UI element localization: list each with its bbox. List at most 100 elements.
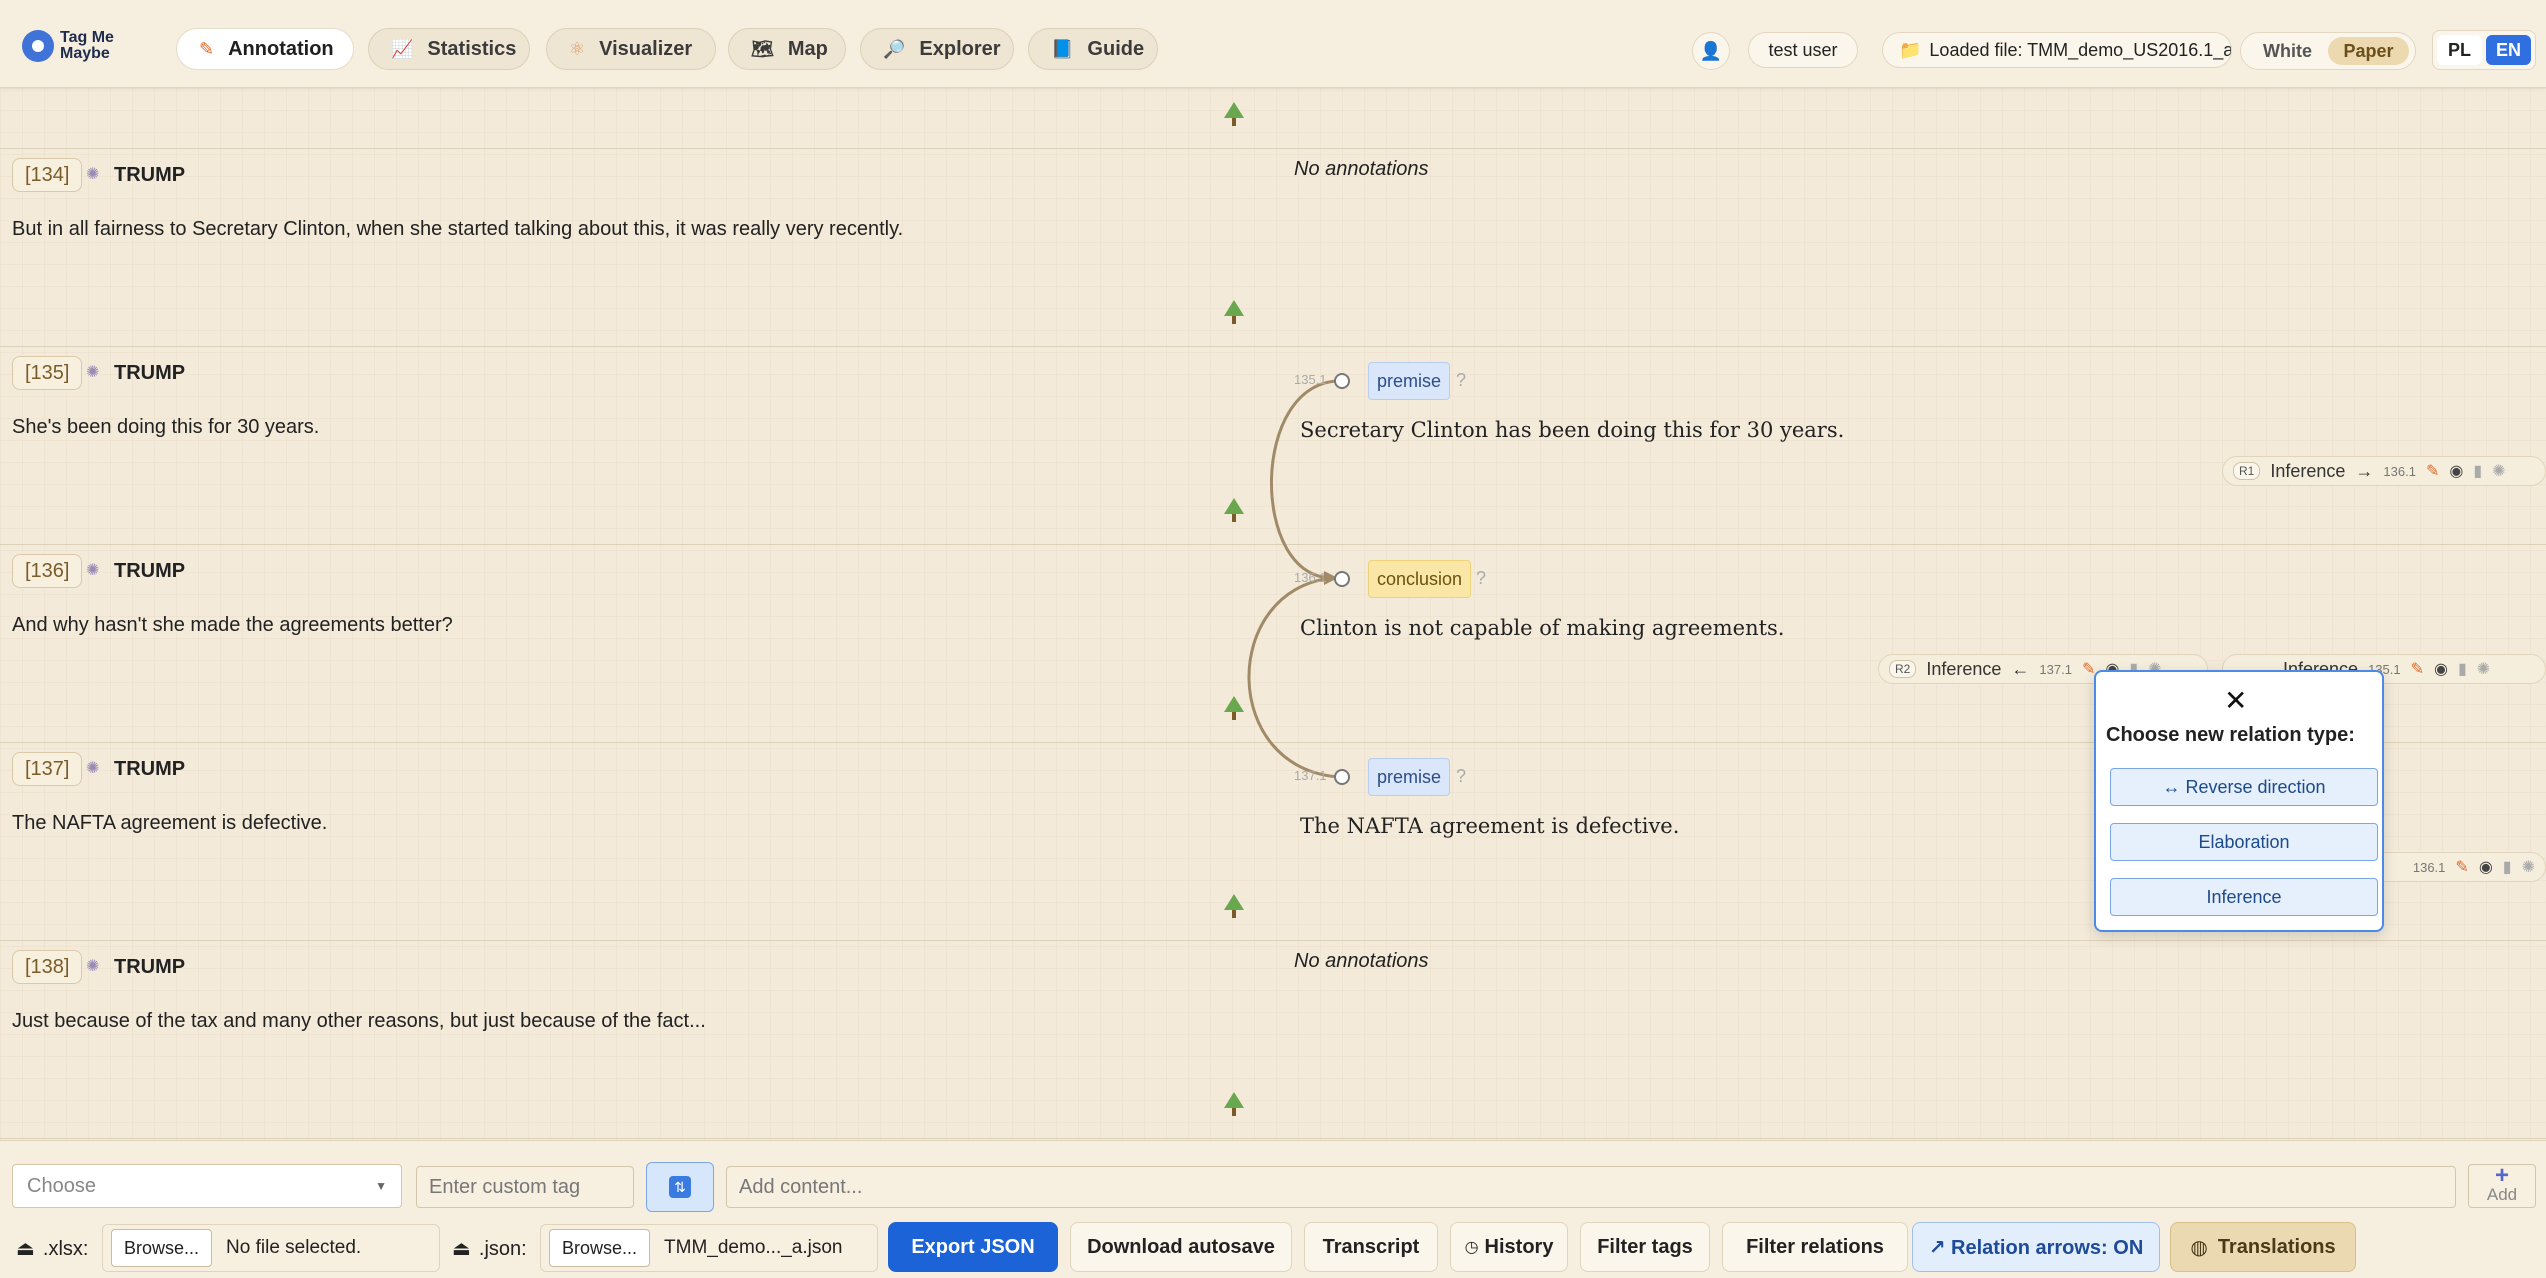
node-tag[interactable]: conclusion [1368,560,1472,598]
help-icon[interactable]: ? [1456,370,1466,391]
export-json-button[interactable]: Export JSON [888,1222,1058,1272]
tag-select[interactable]: Choose ▼ [12,1164,402,1208]
tab-label: Map [787,37,828,60]
gear-icon[interactable]: ✺ [2522,857,2535,877]
node-connector[interactable] [1334,571,1350,587]
utterance-number[interactable]: [135] [12,356,83,390]
relation-pill[interactable]: R1 Inference → 136.1 ✎ ◉ ▮ ✺ [2222,456,2546,486]
loaded-file-label: Loaded file: TMM_demo_US2016.1_a.jsc [1929,39,2232,60]
translations-button[interactable]: ◍ Translations [2170,1222,2356,1272]
user-avatar-icon[interactable]: 👤 [1692,32,1730,70]
close-icon[interactable]: ✕ [2224,684,2247,717]
relation-id: R1 [2233,462,2261,480]
tree-icon[interactable] [1224,1092,1244,1116]
reverse-direction-button[interactable]: ↔ Reverse direction [2110,768,2378,806]
download-autosave-button[interactable]: Download autosave [1070,1222,1292,1272]
eye-icon[interactable]: ◉ [2449,461,2463,481]
gear-icon[interactable]: ✺ [2477,659,2490,679]
node-connector[interactable] [1334,769,1350,785]
relation-arrow-r1[interactable] [1270,379,1341,580]
row-divider [0,148,2546,149]
map-icon: 🗺 [751,38,774,59]
node-connector[interactable] [1334,373,1350,389]
tree-icon[interactable] [1224,894,1244,918]
edit-icon[interactable]: ✎ [2411,659,2424,679]
folder-icon: 📁 [1899,39,1922,60]
add-button[interactable]: + Add [2468,1164,2536,1208]
tab-annotation[interactable]: ✎ Annotation [176,28,354,70]
tab-statistics[interactable]: 📈 Statistics [368,28,530,70]
tree-icon[interactable] [1224,102,1244,126]
utterance-number[interactable]: [137] [12,752,83,786]
trash-icon[interactable]: ▮ [2458,659,2467,679]
json-file-name: TMM_demo..._a.json [664,1237,843,1258]
filter-tags-button[interactable]: Filter tags [1580,1222,1710,1272]
apply-tag-button[interactable]: ⇅ [646,1162,714,1212]
tab-guide[interactable]: 📘 Guide [1028,28,1158,70]
custom-tag-input[interactable]: Enter custom tag [416,1166,634,1208]
utterance-text: The NAFTA agreement is defective. [12,812,328,834]
transcript-button[interactable]: Transcript [1304,1222,1438,1272]
speaker-name: TRUMP [114,758,186,780]
relation-arrow-r2[interactable] [1247,576,1341,779]
relation-arrow: ← [2011,658,2030,679]
top-bar: Tag Me Maybe ✎ Annotation 📈 Statistics ⚛… [0,0,2546,88]
utterance-number[interactable]: [136] [12,554,83,588]
utterance-text: But in all fairness to Secretary Clinton… [12,218,904,240]
gear-icon[interactable]: ✺ [2492,461,2505,481]
elaboration-button[interactable]: Elaboration [2110,823,2378,861]
node-tag[interactable]: premise [1368,362,1451,400]
theme-switcher: White Paper [2240,32,2416,70]
history-button[interactable]: ◷ History [1450,1222,1568,1272]
relation-arrows-toggle[interactable]: ↗ Relation arrows: ON [1912,1222,2160,1272]
tab-visualizer[interactable]: ⚛ Visualizer [546,28,716,70]
edit-icon[interactable]: ✎ [2455,857,2468,877]
help-icon[interactable]: ? [1476,568,1486,589]
user-name[interactable]: test user [1748,32,1858,68]
pencil-icon: ✎ [199,38,215,59]
eye-icon[interactable]: ◉ [2434,659,2448,679]
settings-icon[interactable]: ✺ [86,956,99,976]
node-id: 137.1 [1294,768,1327,783]
row-divider [0,1138,2546,1139]
node-claim[interactable]: Clinton is not capable of making agreeme… [1300,616,1785,640]
filter-relations-button[interactable]: Filter relations [1722,1222,1908,1272]
trash-icon[interactable]: ▮ [2473,461,2482,481]
settings-icon[interactable]: ✺ [86,758,99,778]
theme-white-button[interactable]: White [2247,37,2328,65]
utterance-text: She's been doing this for 30 years. [12,416,320,438]
relation-arrow: → [2355,460,2374,481]
json-browse-button[interactable]: Browse... [549,1229,651,1267]
settings-icon[interactable]: ✺ [86,560,99,580]
utterance-number[interactable]: [134] [12,158,83,192]
row-divider [0,940,2546,941]
settings-icon[interactable]: ✺ [86,164,99,184]
trash-icon[interactable]: ▮ [2503,857,2512,877]
utterance-number[interactable]: [138] [12,950,83,984]
logo-line-1: Tag Me [60,29,114,46]
xlsx-file-picker: Browse... No file selected. [102,1224,440,1272]
theme-paper-button[interactable]: Paper [2328,37,2409,65]
tab-map[interactable]: 🗺 Map [728,28,846,70]
add-label: Add [2486,1185,2518,1204]
lang-pl-button[interactable]: PL [2437,35,2482,65]
settings-icon[interactable]: ✺ [86,362,99,382]
node-claim[interactable]: Secretary Clinton has been doing this fo… [1300,418,1844,442]
help-icon[interactable]: ? [1456,766,1466,787]
content-input[interactable]: Add content... [726,1166,2456,1208]
inference-button[interactable]: Inference [2110,878,2378,916]
tab-label: Guide [1087,37,1145,60]
edit-icon[interactable]: ✎ [2426,461,2439,481]
relation-target: 136.1 [2412,859,2446,875]
history-label: History [1484,1235,1554,1258]
eye-icon[interactable]: ◉ [2479,857,2493,877]
relation-target: 136.1 [2383,463,2416,479]
xlsx-browse-button[interactable]: Browse... [111,1229,213,1267]
tree-icon[interactable] [1224,300,1244,324]
lang-en-button[interactable]: EN [2486,35,2531,65]
swap-icon: ⇅ [669,1176,691,1198]
tab-explorer[interactable]: 🔎 Explorer [860,28,1014,70]
node-tag[interactable]: premise [1368,758,1451,796]
app-logo[interactable]: Tag Me Maybe [22,30,114,62]
node-claim[interactable]: The NAFTA agreement is defective. [1300,814,1679,838]
